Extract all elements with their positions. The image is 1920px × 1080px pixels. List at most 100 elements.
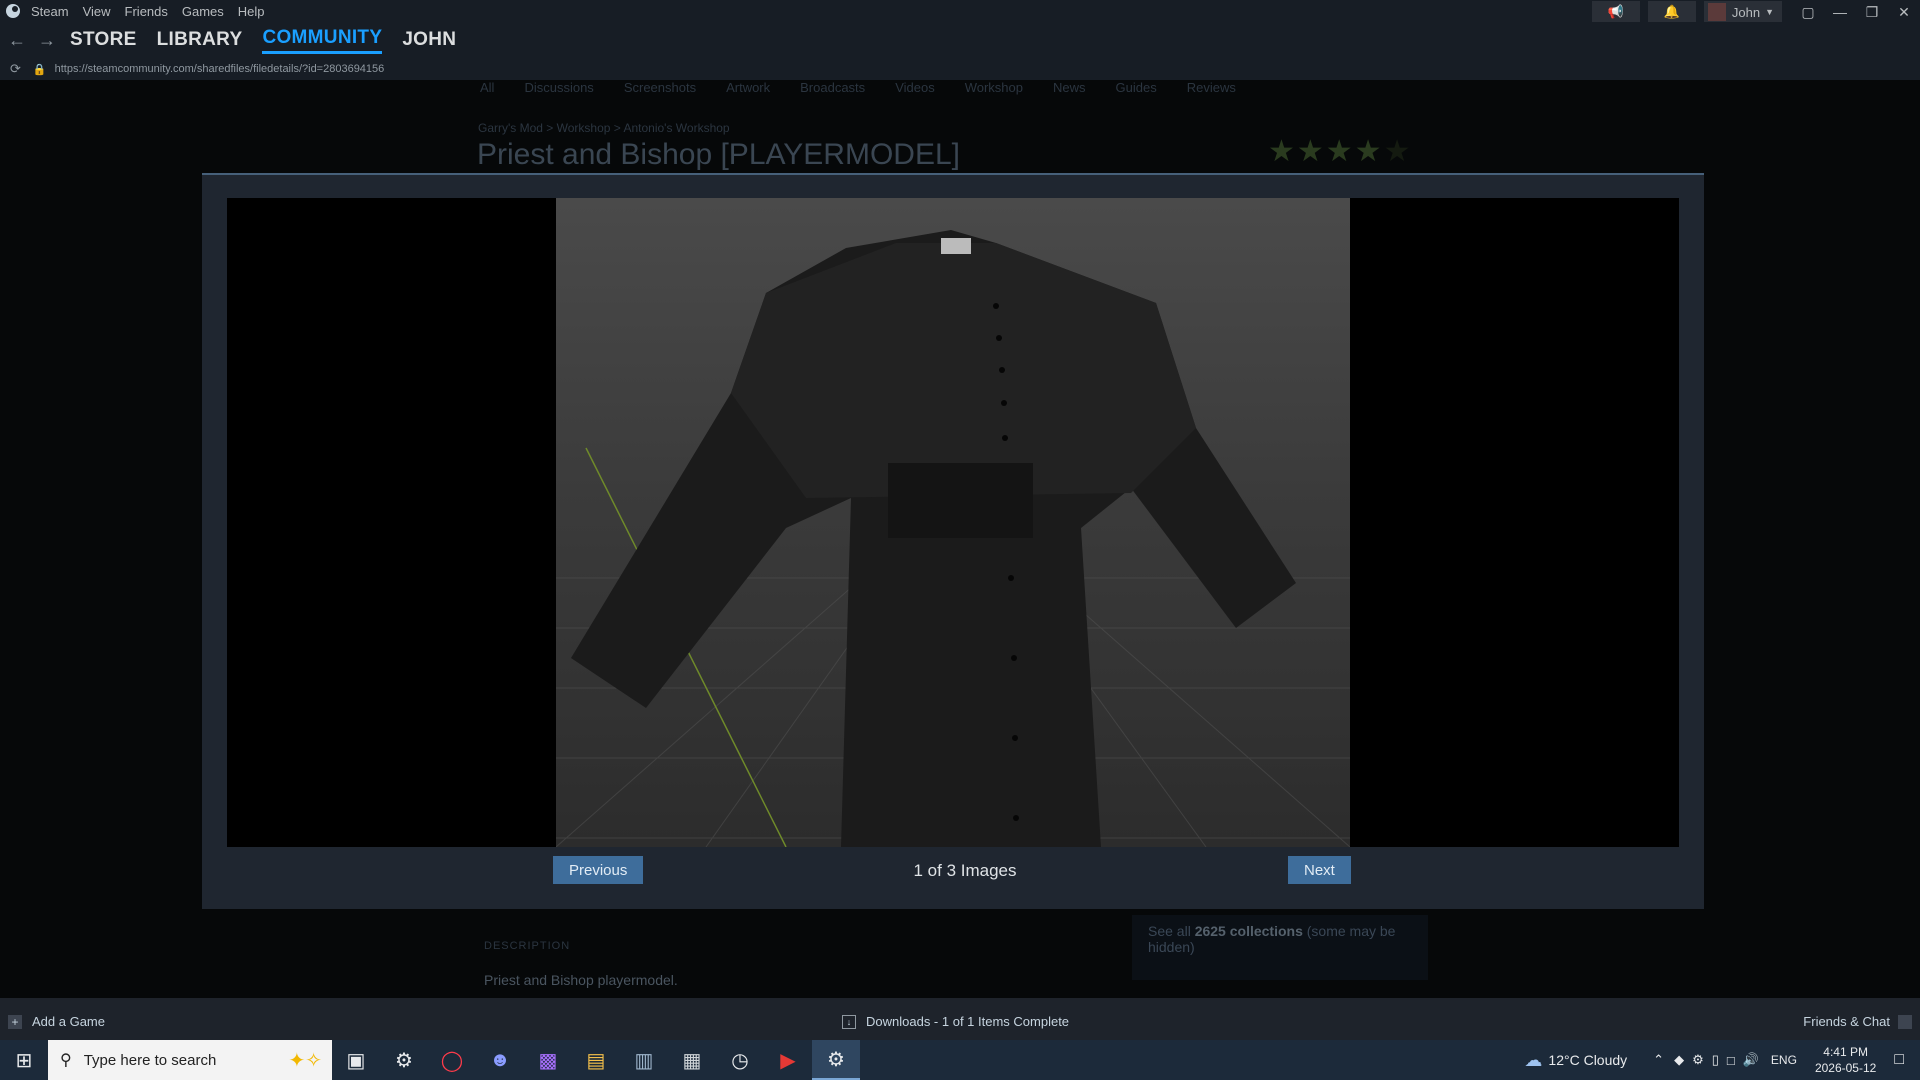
opera-icon[interactable]: ◯: [428, 1040, 476, 1080]
friends-chat-button[interactable]: Friends & Chat: [1803, 1014, 1912, 1029]
sparkle-icon: ✦✧: [288, 1049, 322, 1072]
url-bar: ⟳ 🔒 https://steamcommunity.com/sharedfil…: [0, 58, 1920, 80]
windows-start-icon[interactable]: ⊞: [0, 1040, 48, 1080]
battery-icon: ▯: [1711, 1052, 1719, 1067]
steam-logo-icon: [6, 4, 20, 18]
clock-time: 4:41 PM: [1823, 1045, 1868, 1059]
account-menu[interactable]: John ▼: [1703, 1, 1782, 23]
media-app-icon[interactable]: ▶: [764, 1040, 812, 1080]
subnav-videos[interactable]: Videos: [895, 80, 935, 95]
chevron-up-icon[interactable]: ⌃: [1653, 1052, 1664, 1068]
clock-app-icon[interactable]: ◷: [716, 1040, 764, 1080]
volume-icon[interactable]: 🔊: [1743, 1052, 1759, 1068]
description-heading: DESCRIPTION: [484, 940, 571, 952]
url-text[interactable]: https://steamcommunity.com/sharedfiles/f…: [55, 63, 385, 75]
subnav-reviews[interactable]: Reviews: [1187, 80, 1236, 95]
taskbar-search[interactable]: ⚲ Type here to search ✦✧: [48, 1040, 332, 1080]
rating-empty-star: ★: [1383, 135, 1413, 168]
previous-button[interactable]: Previous: [553, 856, 644, 884]
friends-chat-label: Friends & Chat: [1803, 1014, 1890, 1029]
clock[interactable]: 4:41 PM 2026-05-12: [1815, 1044, 1876, 1076]
rating-stars: ★★★★★: [1268, 134, 1412, 169]
chevron-down-icon: ▼: [1765, 7, 1774, 17]
page-title: Priest and Bishop [PLAYERMODEL]: [477, 138, 960, 171]
add-game-button[interactable]: + Add a Game: [8, 1014, 105, 1029]
megaphone-icon: 📢: [1607, 4, 1624, 19]
search-placeholder: Type here to search: [83, 1051, 217, 1069]
task-view-icon[interactable]: ▣: [332, 1040, 380, 1080]
minimize-icon[interactable]: —: [1824, 4, 1856, 20]
download-icon: ↓: [842, 1014, 856, 1029]
steam-tray-icon[interactable]: ⚙: [1692, 1052, 1704, 1068]
search-icon: ⚲: [60, 1052, 72, 1069]
nav-bar: ← → STORE LIBRARY COMMUNITY JOHN: [0, 22, 1920, 58]
image-counter: 1 of 3 Images: [913, 861, 1017, 880]
collections-prefix: See all: [1148, 923, 1191, 939]
breadcrumb[interactable]: Garry's Mod > Workshop > Antonio's Works…: [478, 121, 730, 135]
nav-library[interactable]: LIBRARY: [157, 29, 243, 51]
rating-filled-stars: ★★★★: [1268, 135, 1384, 168]
clock-date: 2026-05-12: [1814, 1061, 1877, 1075]
downloads-status[interactable]: ↓ Downloads - 1 of 1 Items Complete: [842, 1014, 1069, 1029]
plus-icon: +: [8, 1014, 22, 1029]
robe-sash: [888, 463, 1033, 538]
steam-bottom-bar: + Add a Game ↓ Downloads - 1 of 1 Items …: [0, 998, 1920, 1046]
lock-icon: 🔒: [32, 63, 47, 76]
menu-steam[interactable]: Steam: [24, 4, 76, 19]
notification-center-icon[interactable]: □: [1894, 1051, 1904, 1069]
network-icon[interactable]: □: [1727, 1053, 1735, 1068]
subnav-broadcasts[interactable]: Broadcasts: [800, 80, 865, 95]
title-bar: Steam View Friends Games Help 📢 🔔 John ▼…: [0, 0, 1920, 24]
language-indicator[interactable]: ENG: [1771, 1053, 1797, 1067]
notifications-button[interactable]: 🔔: [1647, 1, 1696, 23]
file-explorer-icon[interactable]: ▤: [572, 1040, 620, 1080]
description-text: Priest and Bishop playermodel.: [484, 972, 678, 988]
priest-robe-render: [556, 230, 1350, 847]
nav-profile[interactable]: JOHN: [402, 29, 456, 51]
subnav-screenshots[interactable]: Screenshots: [624, 80, 696, 95]
collar: [941, 238, 971, 254]
subnav-discussions[interactable]: Discussions: [524, 80, 593, 95]
collections-box[interactable]: See all 2625 collections (some may be hi…: [1132, 915, 1428, 980]
friends-icon: [1898, 1014, 1912, 1029]
collections-count: 2625 collections: [1194, 923, 1303, 939]
menu-friends[interactable]: Friends: [118, 4, 175, 19]
cloud-icon: ☁: [1524, 1049, 1543, 1070]
system-tray: ☁ 12°C Cloudy ⌃ ◆ ⚙ ▯ □ 🔊 ENG 4:41 PM 20…: [1524, 1040, 1920, 1080]
subnav-news[interactable]: News: [1053, 80, 1086, 95]
subnav-all[interactable]: All: [480, 80, 494, 95]
title-bar-controls: 📢 🔔 John ▼ ▢ — ❐ ✕: [1591, 0, 1920, 24]
announcements-button[interactable]: 📢: [1591, 1, 1640, 23]
photos-icon[interactable]: ▥: [620, 1040, 668, 1080]
weather-text[interactable]: 12°C Cloudy: [1548, 1052, 1627, 1068]
windows-taskbar: ⊞ ⚲ Type here to search ✦✧ ▣ ⚙ ◯ ☻ ▩ ▤ ▥…: [0, 1040, 1920, 1080]
close-icon[interactable]: ✕: [1888, 4, 1920, 21]
robe-cape: [731, 243, 1196, 498]
nav-community[interactable]: COMMUNITY: [262, 27, 383, 54]
steam-app-icon[interactable]: ⚙: [380, 1040, 428, 1080]
downloads-label: Downloads - 1 of 1 Items Complete: [866, 1014, 1070, 1029]
refresh-icon[interactable]: ⟳: [10, 61, 21, 77]
add-game-label: Add a Game: [32, 1014, 105, 1029]
discord-icon[interactable]: ☻: [476, 1040, 524, 1080]
subnav-artwork[interactable]: Artwork: [726, 80, 770, 95]
restore-icon[interactable]: ❐: [1856, 4, 1888, 21]
menu-bar: Steam View Friends Games Help: [0, 0, 272, 22]
twitch-icon[interactable]: ▩: [524, 1040, 572, 1080]
menu-games[interactable]: Games: [175, 4, 231, 19]
big-picture-icon[interactable]: ▢: [1792, 4, 1824, 21]
bell-icon: 🔔: [1663, 4, 1680, 19]
next-button[interactable]: Next: [1288, 856, 1351, 884]
menu-view[interactable]: View: [76, 4, 118, 19]
subnav-guides[interactable]: Guides: [1116, 80, 1157, 95]
back-arrow-icon[interactable]: ←: [2, 30, 32, 51]
account-name: John: [1731, 4, 1761, 20]
tray-apps-icon[interactable]: ◆: [1674, 1052, 1684, 1068]
subnav-workshop[interactable]: Workshop: [965, 80, 1023, 95]
calculator-icon[interactable]: ▦: [668, 1040, 716, 1080]
steam-active-app-icon[interactable]: ⚙: [812, 1040, 860, 1080]
menu-help[interactable]: Help: [231, 4, 272, 19]
avatar: [1707, 3, 1726, 21]
nav-store[interactable]: STORE: [70, 29, 137, 51]
forward-arrow-icon[interactable]: →: [32, 30, 62, 51]
